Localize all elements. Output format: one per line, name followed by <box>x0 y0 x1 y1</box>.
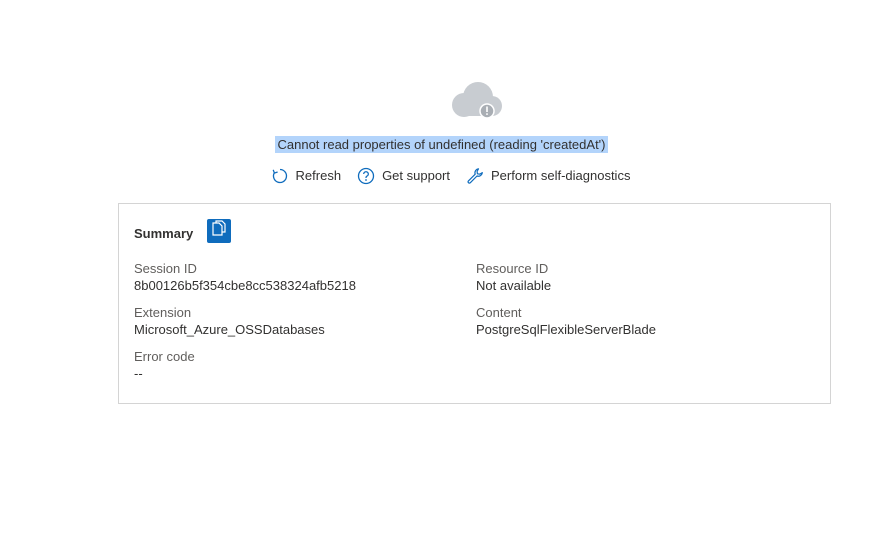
get-support-button[interactable]: Get support <box>357 166 450 186</box>
resource-id-field: Resource ID Not available <box>476 260 551 294</box>
extension-label: Extension <box>134 305 192 320</box>
content-value: PostgreSqlFlexibleServerBlade <box>476 322 656 337</box>
self-diagnostics-label: Perform self-diagnostics <box>491 168 631 183</box>
self-diagnostics-button[interactable]: Perform self-diagnostics <box>466 166 630 186</box>
error-actions: Refresh Get support Perform self-diagnos… <box>0 166 883 186</box>
resource-id-label: Resource ID <box>476 261 549 276</box>
help-circle-icon <box>357 167 375 185</box>
error-code-value: -- <box>134 366 143 381</box>
session-id-label: Session ID <box>134 261 197 276</box>
summary-header: Summary <box>134 219 232 243</box>
content-label: Content <box>476 305 522 320</box>
refresh-icon <box>271 167 289 185</box>
content-field: Content PostgreSqlFlexibleServerBlade <box>476 304 656 338</box>
get-support-label: Get support <box>382 168 450 183</box>
cloud-warning-icon <box>448 80 504 122</box>
copy-button[interactable] <box>207 219 232 243</box>
session-id-field: Session ID 8b00126b5f354cbe8cc538324afb5… <box>134 260 356 294</box>
error-page: Cannot read properties of undefined (rea… <box>0 0 883 559</box>
summary-title: Summary <box>134 225 194 241</box>
extension-field: Extension Microsoft_Azure_OSSDatabases <box>134 304 325 338</box>
extension-value: Microsoft_Azure_OSSDatabases <box>134 322 325 337</box>
summary-panel: Summary Session ID 8b00126b5f354cbe8cc53… <box>118 203 831 404</box>
copy-icon <box>211 219 227 243</box>
session-id-value: 8b00126b5f354cbe8cc538324afb5218 <box>134 278 356 293</box>
refresh-button[interactable]: Refresh <box>271 166 342 186</box>
wrench-icon <box>466 167 484 185</box>
error-code-label: Error code <box>134 349 195 364</box>
error-message: Cannot read properties of undefined (rea… <box>0 136 883 153</box>
error-code-field: Error code -- <box>134 348 195 382</box>
refresh-label: Refresh <box>295 168 342 183</box>
error-message-text: Cannot read properties of undefined (rea… <box>275 136 608 153</box>
resource-id-value: Not available <box>476 278 552 293</box>
